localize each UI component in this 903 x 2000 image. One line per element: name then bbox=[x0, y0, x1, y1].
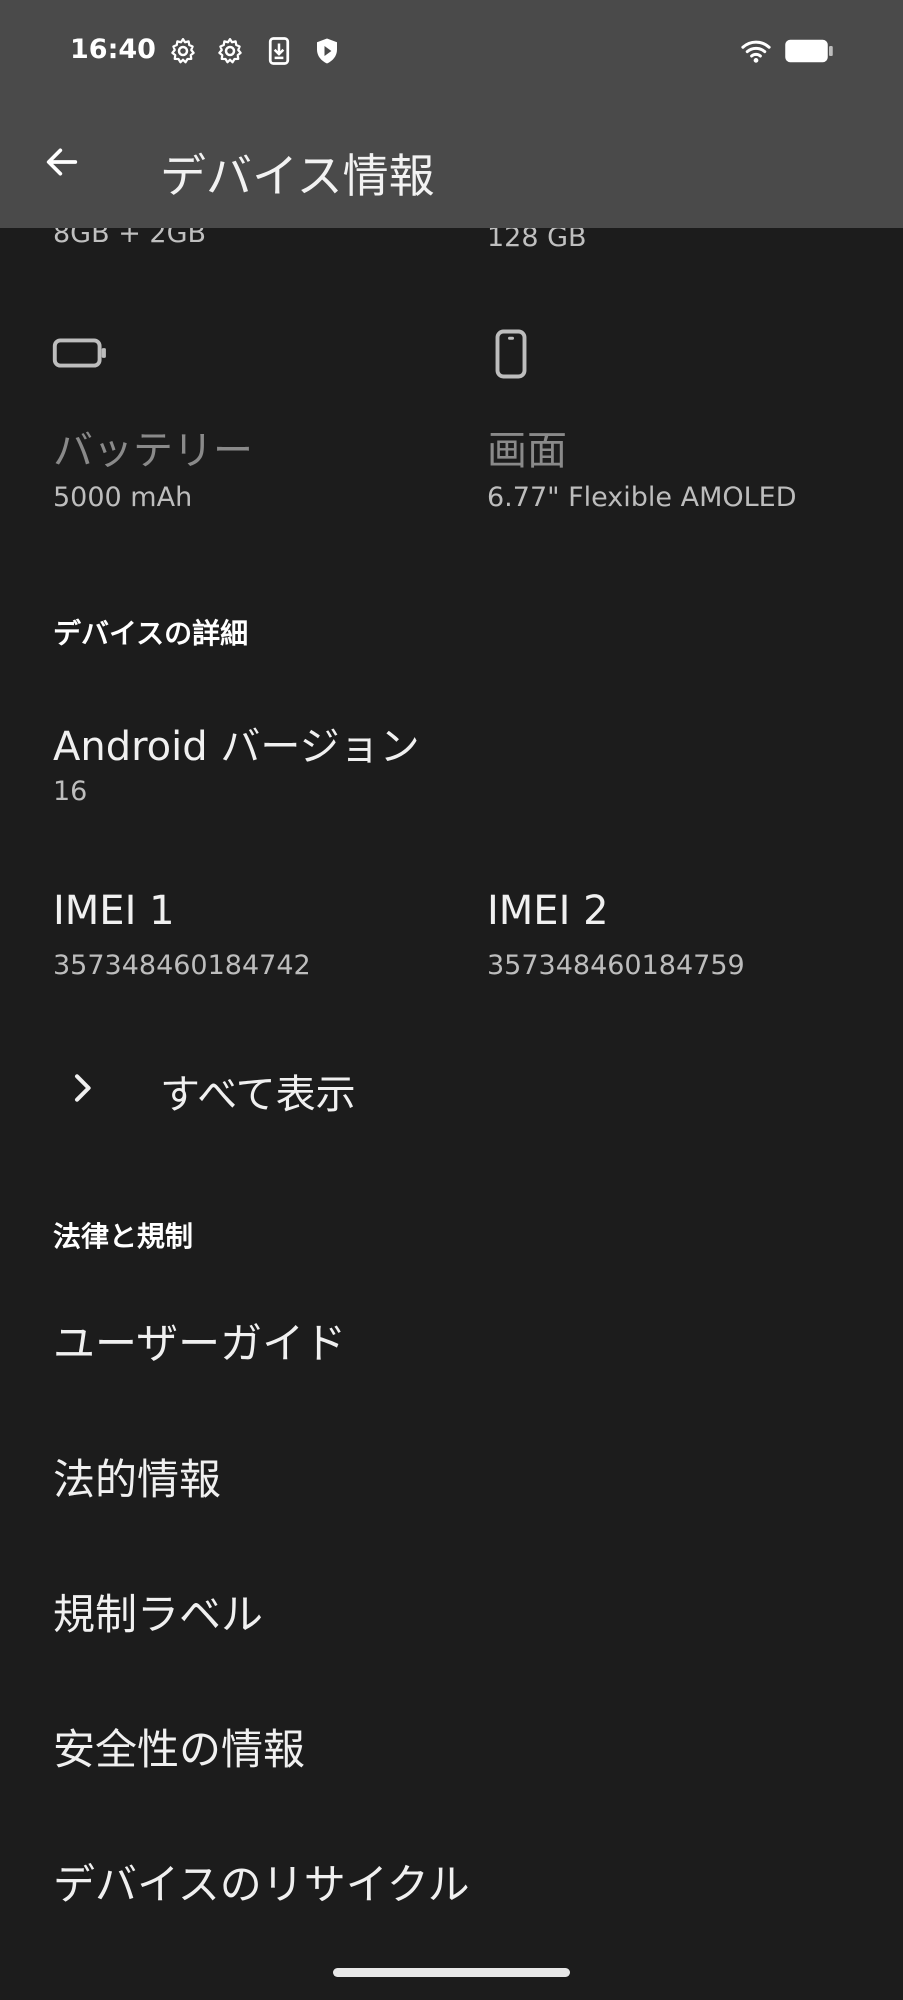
download-icon bbox=[268, 37, 290, 65]
imei1-title: IMEI 1 bbox=[53, 888, 175, 934]
legal-item-device-recycling[interactable]: デバイスのリサイクル bbox=[0, 1829, 903, 1929]
legal-item-label: 規制ラベル bbox=[53, 1590, 264, 1639]
legal-item-label: ユーザーガイド bbox=[53, 1319, 347, 1368]
battery-icon bbox=[52, 338, 106, 368]
shield-play-icon bbox=[317, 38, 337, 64]
section-header-device-details: デバイスの詳細 bbox=[53, 617, 249, 650]
screen-title: 画面 bbox=[487, 428, 567, 474]
legal-item-regulatory-label[interactable]: 規制ラベル bbox=[0, 1559, 903, 1659]
app-bar: デバイス情報 bbox=[0, 100, 903, 228]
screen-value: 6.77" Flexible AMOLED bbox=[487, 482, 797, 513]
arrow-left-icon bbox=[46, 148, 78, 176]
battery-title: バッテリー bbox=[53, 428, 253, 474]
legal-item-label: 安全性の情報 bbox=[53, 1725, 306, 1774]
page-title: デバイス情報 bbox=[160, 149, 435, 203]
android-version-title: Android バージョン bbox=[53, 724, 420, 770]
wifi-icon bbox=[741, 40, 771, 63]
android-version-value: 16 bbox=[53, 776, 88, 807]
home-indicator[interactable] bbox=[333, 1968, 570, 1977]
legal-item-legal-info[interactable]: 法的情報 bbox=[0, 1424, 903, 1524]
legal-item-label: 法的情報 bbox=[53, 1455, 222, 1504]
show-all-button[interactable]: すべて表示 bbox=[0, 1050, 903, 1130]
imei1-item[interactable]: IMEI 1 357348460184742 bbox=[0, 876, 440, 996]
legal-item-safety-info[interactable]: 安全性の情報 bbox=[0, 1694, 903, 1794]
back-button[interactable] bbox=[30, 130, 94, 194]
section-header-legal: 法律と規制 bbox=[53, 1220, 194, 1253]
imei2-title: IMEI 2 bbox=[487, 888, 609, 934]
legal-item-user-guide[interactable]: ユーザーガイド bbox=[0, 1288, 903, 1388]
status-bar: 16:40 bbox=[0, 0, 903, 100]
chevron-right-icon bbox=[75, 1074, 91, 1102]
show-all-label: すべて表示 bbox=[160, 1072, 356, 1118]
battery-value: 5000 mAh bbox=[53, 482, 193, 513]
battery-icon bbox=[785, 39, 833, 63]
android-version-item[interactable]: Android バージョン 16 bbox=[0, 700, 903, 820]
status-time: 16:40 bbox=[70, 34, 156, 65]
phone-icon bbox=[495, 329, 527, 379]
gear-icon bbox=[218, 38, 242, 64]
imei2-value: 357348460184759 bbox=[487, 950, 745, 981]
imei1-value: 357348460184742 bbox=[53, 950, 311, 981]
gear-icon bbox=[171, 38, 195, 64]
imei2-item[interactable]: IMEI 2 357348460184759 bbox=[434, 876, 903, 996]
legal-item-label: デバイスのリサイクル bbox=[53, 1860, 470, 1909]
